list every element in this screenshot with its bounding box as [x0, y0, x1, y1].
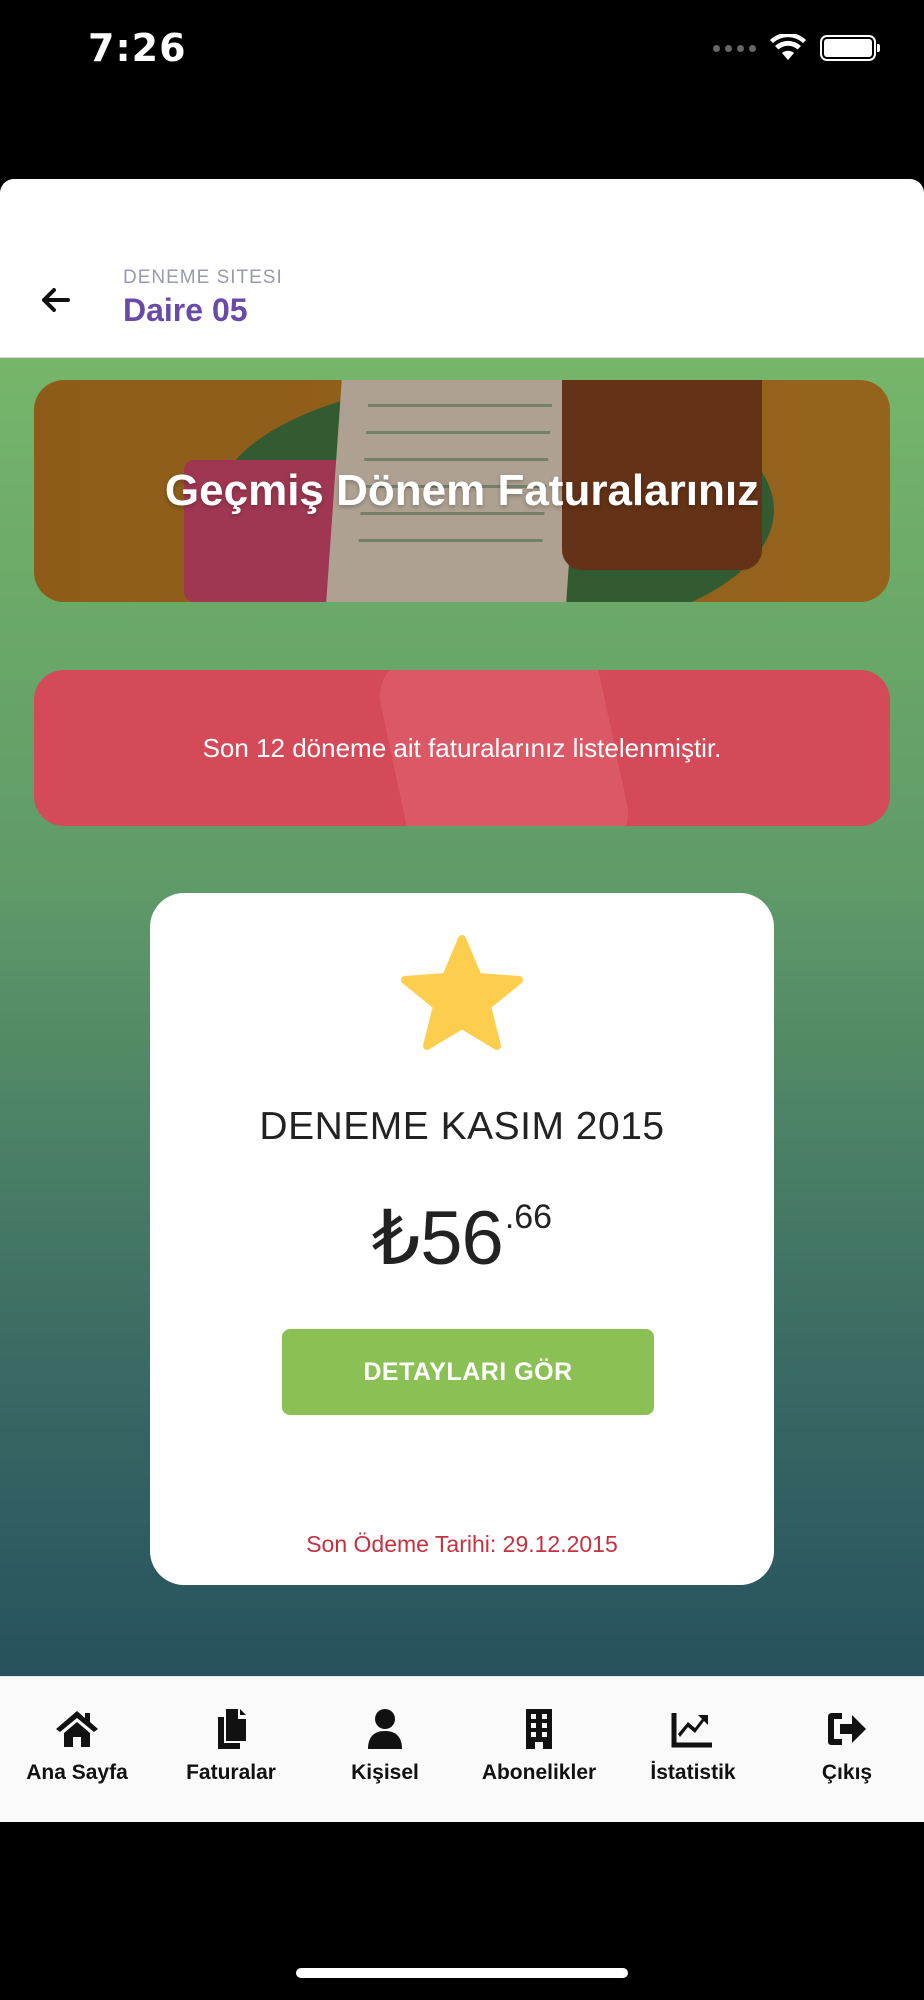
- bottom-tab-bar: Ana Sayfa Faturalar Kişisel Abonelikler: [0, 1676, 924, 1822]
- tab-label: Kişisel: [351, 1761, 419, 1784]
- info-message-box: Son 12 döneme ait faturalarınız listelen…: [34, 670, 890, 826]
- invoice-title: DENEME KASIM 2015: [259, 1105, 665, 1148]
- home-indicator[interactable]: [296, 1968, 628, 1978]
- tab-label: Abonelikler: [481, 1761, 597, 1784]
- cellular-signal-icon: [713, 44, 756, 52]
- status-icons: [713, 34, 880, 62]
- arrow-left-icon: [42, 288, 70, 312]
- home-icon: [56, 1711, 98, 1747]
- page-title: Daire 05: [123, 292, 248, 328]
- back-button[interactable]: [34, 278, 78, 322]
- site-name: DENEME SITESI: [123, 267, 283, 288]
- status-bar: 7:26: [0, 0, 924, 179]
- tab-home[interactable]: Ana Sayfa: [0, 1677, 154, 1822]
- banner-title: Geçmiş Dönem Faturalarınız: [164, 466, 760, 515]
- info-message: Son 12 döneme ait faturalarınız listelen…: [202, 732, 722, 763]
- status-time: 7:26: [88, 26, 187, 70]
- tab-label: İstatistik: [650, 1761, 736, 1784]
- star-icon: [401, 935, 523, 1050]
- amount-decimal: .66: [504, 1198, 553, 1236]
- wifi-icon: [770, 34, 806, 60]
- amount-integer: 56: [420, 1196, 504, 1281]
- invoice-card: DENEME KASIM 2015 ₺56.66 DETAYLARI GÖR S…: [150, 893, 774, 1585]
- page-banner: Geçmiş Dönem Faturalarınız: [34, 380, 890, 602]
- chart-icon: [671, 1713, 712, 1748]
- documents-icon: [218, 1709, 246, 1749]
- user-icon: [368, 1709, 402, 1749]
- tab-invoices[interactable]: Faturalar: [154, 1677, 308, 1822]
- tab-personal[interactable]: Kişisel: [308, 1677, 462, 1822]
- tab-statistics[interactable]: İstatistik: [616, 1677, 770, 1822]
- tab-label: Faturalar: [186, 1761, 276, 1784]
- due-date: Son Ödeme Tarihi: 29.12.2015: [306, 1531, 618, 1557]
- tab-label: Çıkış: [821, 1761, 873, 1784]
- tab-logout[interactable]: Çıkış: [770, 1677, 924, 1822]
- building-icon: [526, 1709, 552, 1749]
- battery-icon: [820, 35, 880, 61]
- tab-subscriptions[interactable]: Abonelikler: [462, 1677, 616, 1822]
- logout-icon: [828, 1713, 866, 1745]
- currency-symbol: ₺: [371, 1196, 421, 1281]
- tab-label: Ana Sayfa: [26, 1761, 128, 1784]
- invoice-amount: ₺56.66: [150, 1193, 774, 1282]
- view-details-button[interactable]: DETAYLARI GÖR: [282, 1329, 654, 1415]
